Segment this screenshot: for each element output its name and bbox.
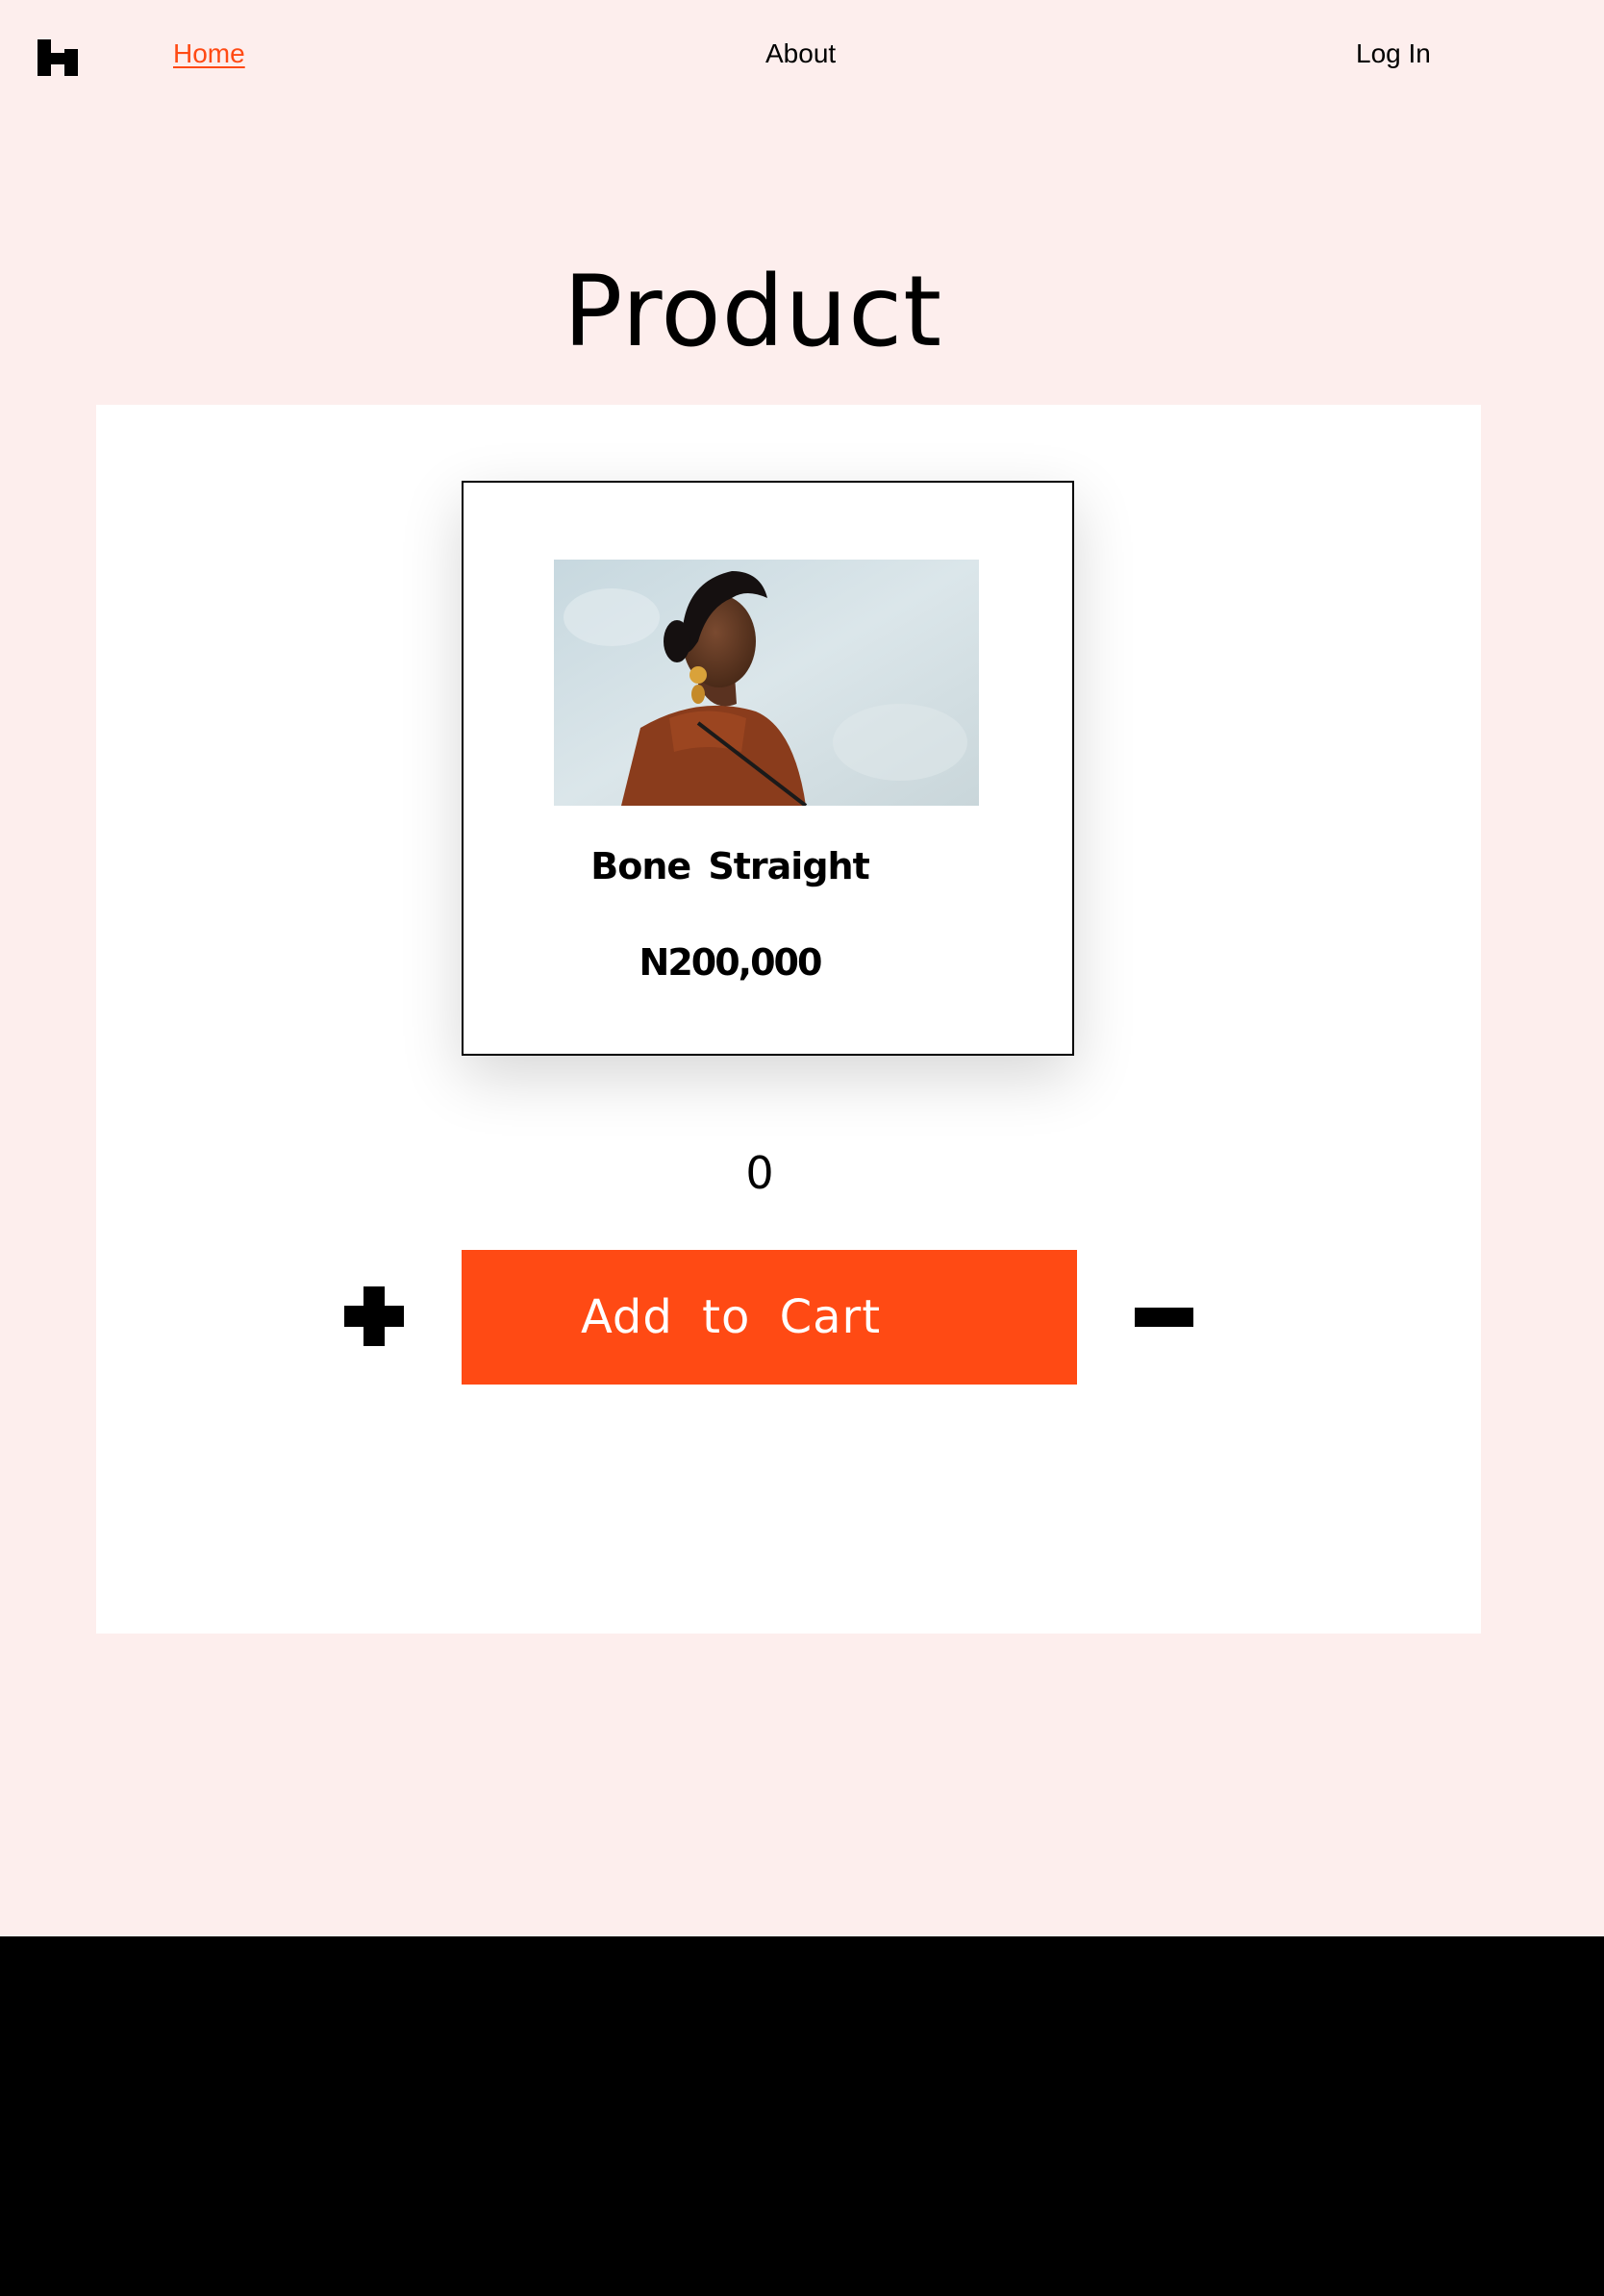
nav-home-link[interactable]: Home bbox=[173, 35, 245, 73]
plus-icon[interactable] bbox=[344, 1286, 404, 1346]
product-image bbox=[554, 560, 979, 806]
nav-about-link[interactable]: About bbox=[765, 35, 836, 73]
nav-login-link[interactable]: Log In bbox=[1356, 35, 1431, 73]
add-to-cart-button[interactable]: Add to Cart bbox=[462, 1250, 1077, 1385]
product-price: N200,000 bbox=[639, 941, 823, 984]
quantity-value: 0 bbox=[745, 1147, 774, 1199]
logo-icon[interactable] bbox=[38, 39, 78, 76]
plus-vertical-bar bbox=[363, 1286, 385, 1346]
minus-icon[interactable] bbox=[1135, 1286, 1193, 1346]
minus-bar bbox=[1135, 1308, 1193, 1327]
page-title: Product bbox=[563, 255, 943, 369]
product-card[interactable]: Bone Straight N200,000 bbox=[462, 481, 1074, 1056]
product-name: Bone Straight bbox=[590, 845, 870, 887]
site-footer bbox=[0, 1936, 1604, 2296]
